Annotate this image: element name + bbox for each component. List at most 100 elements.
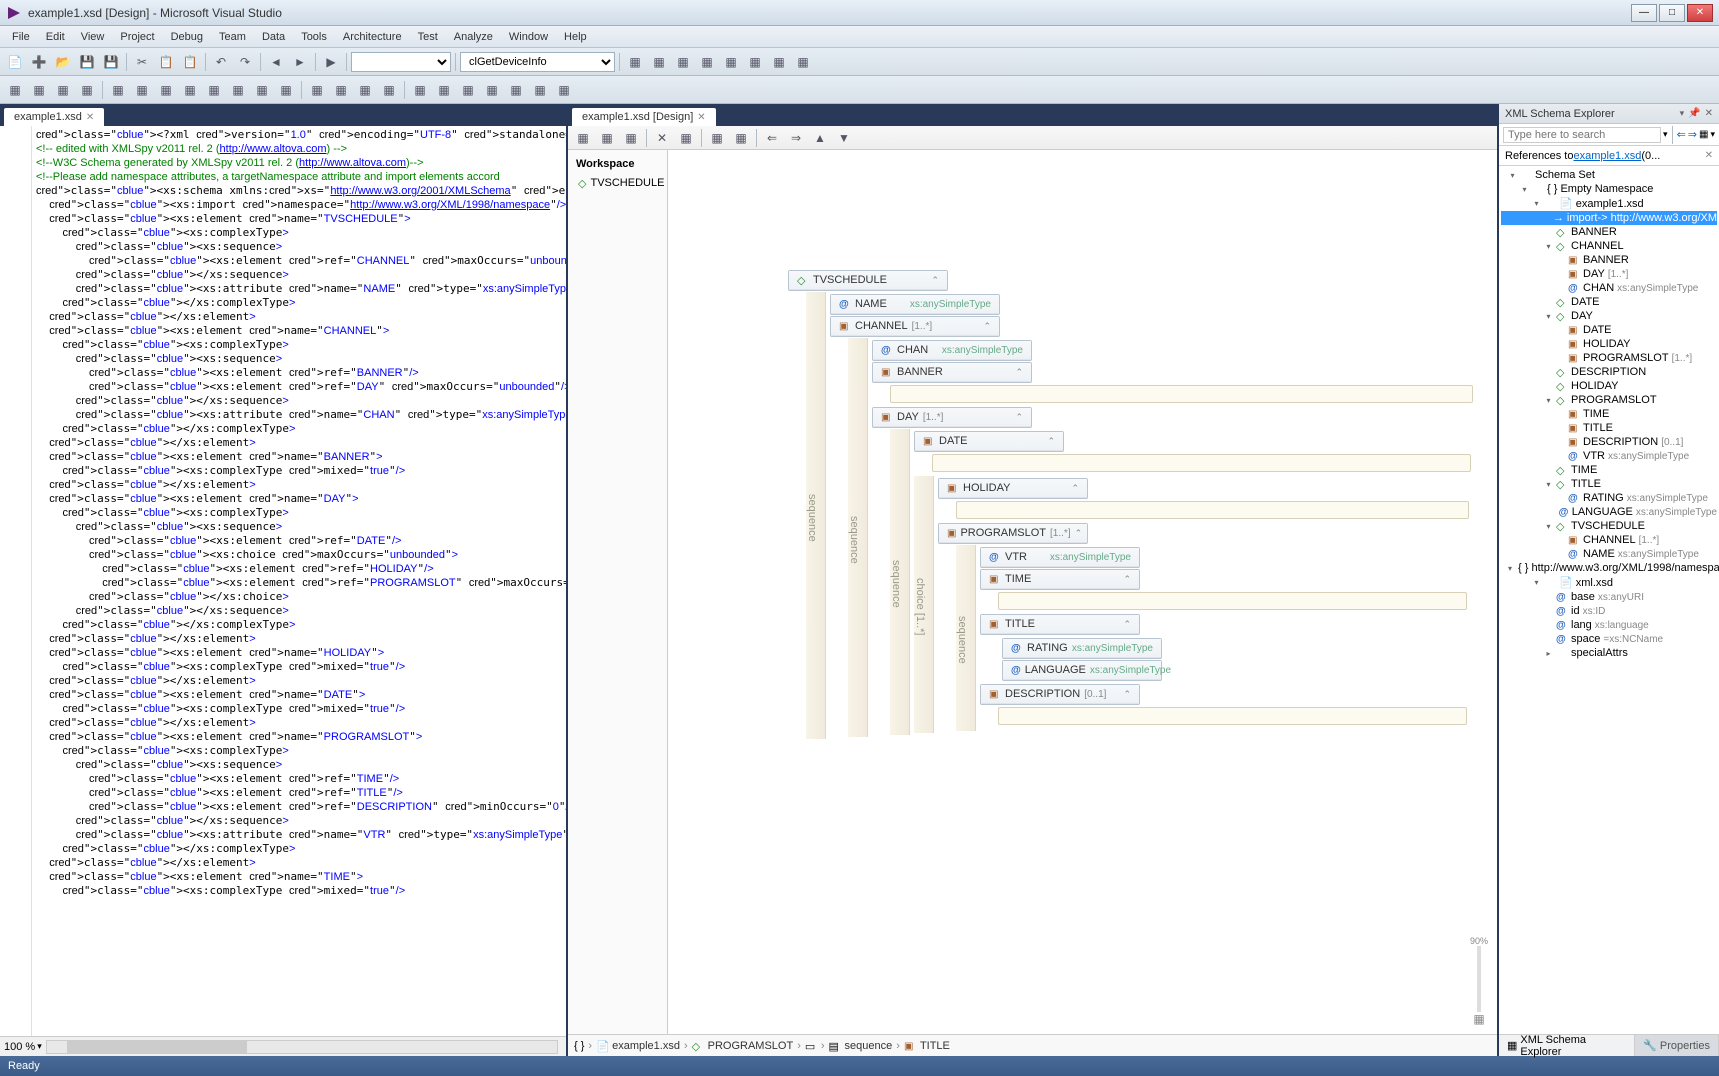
tb-icon[interactable]: ▦	[52, 79, 74, 101]
schema-node-date[interactable]: DATE ⌃	[914, 431, 1064, 452]
dtb-icon[interactable]: ▦	[675, 127, 697, 149]
tree-node[interactable]: DESCRIPTION [0..1]	[1501, 435, 1717, 449]
menu-tools[interactable]: Tools	[293, 29, 335, 45]
schema-node-vtr[interactable]: VTR xs:anySimpleType	[980, 547, 1140, 568]
tree-node[interactable]: TITLE	[1501, 421, 1717, 435]
collapse-icon[interactable]: ⌃	[1123, 619, 1131, 630]
tree-node[interactable]: ▾CHANNEL	[1501, 239, 1717, 253]
tree-node[interactable]: CHANNEL [1..*]	[1501, 533, 1717, 547]
pin-icon[interactable]: 📌	[1688, 108, 1700, 119]
menu-edit[interactable]: Edit	[38, 29, 73, 45]
schema-node-day[interactable]: DAY [1..*] ⌃	[872, 407, 1032, 428]
tree-node[interactable]: ▾DAY	[1501, 309, 1717, 323]
tree-node[interactable]: RATING xs:anySimpleType	[1501, 491, 1717, 505]
close-button[interactable]: ✕	[1687, 4, 1713, 22]
dtb-icon[interactable]: ▲	[809, 127, 831, 149]
tb-icon[interactable]: ▦	[624, 51, 646, 73]
schema-node-description[interactable]: DESCRIPTION [0..1] ⌃	[980, 684, 1140, 705]
close-icon[interactable]: ✕	[1705, 150, 1713, 161]
tb-icon[interactable]: ▦	[28, 79, 50, 101]
close-icon[interactable]: ✕	[697, 112, 705, 123]
schema-node-time[interactable]: TIME ⌃	[980, 569, 1140, 590]
menu-project[interactable]: Project	[112, 29, 162, 45]
tree-node[interactable]: ▾📄 xml.xsd	[1501, 575, 1717, 590]
design-canvas[interactable]: TVSCHEDULE ⌃ sequence NAME xs:anySimpleT…	[668, 150, 1497, 1034]
tb-icon[interactable]: ▦	[481, 79, 503, 101]
tb-icon[interactable]: ▦	[529, 79, 551, 101]
tb-icon[interactable]: ▦	[76, 79, 98, 101]
schema-node-chan[interactable]: CHAN xs:anySimpleType	[872, 340, 1032, 361]
code-text[interactable]: cred">class="cblue"><?xml cred">version=…	[32, 126, 566, 1036]
content-slot[interactable]	[956, 501, 1469, 519]
bc-file[interactable]: example1.xsd	[612, 1040, 680, 1052]
code-area[interactable]: cred">class="cblue"><?xml cred">version=…	[0, 126, 566, 1036]
tb-icon[interactable]: ▦	[227, 79, 249, 101]
close-icon[interactable]: ✕	[1705, 108, 1713, 119]
tree-node[interactable]: ▾{ } Empty Namespace	[1501, 182, 1717, 196]
collapse-icon[interactable]: ⌃	[1123, 689, 1131, 700]
tb-icon[interactable]: ▦	[505, 79, 527, 101]
tb-icon[interactable]: ▦	[155, 79, 177, 101]
tb-icon[interactable]: ▦	[768, 51, 790, 73]
tb-icon[interactable]: ▦	[553, 79, 575, 101]
tree-node[interactable]: CHAN xs:anySimpleType	[1501, 281, 1717, 295]
nav-back-button[interactable]: ◄	[265, 51, 287, 73]
save-all-button[interactable]: 💾	[100, 51, 122, 73]
tb-icon[interactable]: ▦	[409, 79, 431, 101]
new-project-button[interactable]: 📄	[4, 51, 26, 73]
tb-icon[interactable]: ▦	[179, 79, 201, 101]
tb-icon[interactable]: ▦	[330, 79, 352, 101]
schema-node-channel[interactable]: CHANNEL [1..*] ⌃	[830, 316, 1000, 337]
schema-node-name[interactable]: NAME xs:anySimpleType	[830, 294, 1000, 315]
dropdown-icon[interactable]: ▾	[1710, 129, 1715, 140]
collapse-icon[interactable]: ⌃	[983, 321, 991, 332]
dtb-icon[interactable]: ⇒	[785, 127, 807, 149]
schema-node-programslot[interactable]: PROGRAMSLOT [1..*] ⌃	[938, 523, 1088, 544]
collapse-icon[interactable]: ⌃	[1075, 528, 1083, 539]
dtb-icon[interactable]: ▦	[596, 127, 618, 149]
tree-node[interactable]: DESCRIPTION	[1501, 365, 1717, 379]
zoom-dropdown-icon[interactable]: ▾	[37, 1041, 42, 1052]
close-icon[interactable]: ✕	[86, 112, 94, 123]
tree-node[interactable]: ▾TITLE	[1501, 477, 1717, 491]
options-icon[interactable]: ▦	[1699, 129, 1708, 140]
tb-icon[interactable]: ▦	[457, 79, 479, 101]
menu-view[interactable]: View	[73, 29, 113, 45]
dtb-icon[interactable]: ▦	[572, 127, 594, 149]
menu-help[interactable]: Help	[556, 29, 595, 45]
collapse-icon[interactable]: ⌃	[1015, 367, 1023, 378]
tree-node[interactable]: DATE	[1501, 295, 1717, 309]
menu-debug[interactable]: Debug	[163, 29, 211, 45]
tb-icon[interactable]: ▦	[203, 79, 225, 101]
tb-icon[interactable]: ▦	[696, 51, 718, 73]
menu-team[interactable]: Team	[211, 29, 254, 45]
tree-node[interactable]: space =xs:NCName	[1501, 632, 1717, 646]
bc-title[interactable]: TITLE	[920, 1040, 950, 1052]
menu-window[interactable]: Window	[501, 29, 556, 45]
menu-file[interactable]: File	[4, 29, 38, 45]
nav-fwd-button[interactable]: ►	[289, 51, 311, 73]
editor-tab-example1[interactable]: example1.xsd ✕	[4, 108, 104, 126]
schema-node-rating[interactable]: RATING xs:anySimpleType	[1002, 638, 1162, 659]
tree-node[interactable]: HOLIDAY	[1501, 337, 1717, 351]
content-slot[interactable]	[998, 707, 1467, 725]
tb-icon[interactable]: ▦	[648, 51, 670, 73]
tree-node[interactable]: ▾TVSCHEDULE	[1501, 519, 1717, 533]
dtb-icon[interactable]: ▦	[730, 127, 752, 149]
explorer-tree[interactable]: ▾Schema Set▾{ } Empty Namespace▾📄 exampl…	[1499, 166, 1719, 1034]
tree-node[interactable]: DATE	[1501, 323, 1717, 337]
collapse-icon[interactable]: ⌃	[931, 275, 939, 286]
content-slot[interactable]	[998, 592, 1467, 610]
redo-button[interactable]: ↷	[234, 51, 256, 73]
bc-sequence[interactable]: sequence	[845, 1040, 893, 1052]
tree-node[interactable]: HOLIDAY	[1501, 379, 1717, 393]
schema-node-language[interactable]: LANGUAGE xs:anySimpleType	[1002, 660, 1162, 681]
tree-node[interactable]: ▸specialAttrs	[1501, 646, 1717, 660]
tb-icon[interactable]: ▦	[107, 79, 129, 101]
tb-icon[interactable]: ▦	[251, 79, 273, 101]
nav-back-icon[interactable]: ⇐	[1677, 128, 1686, 141]
tree-node[interactable]: TIME	[1501, 407, 1717, 421]
undo-button[interactable]: ↶	[210, 51, 232, 73]
content-slot[interactable]	[932, 454, 1471, 472]
tree-node[interactable]: NAME xs:anySimpleType	[1501, 547, 1717, 561]
